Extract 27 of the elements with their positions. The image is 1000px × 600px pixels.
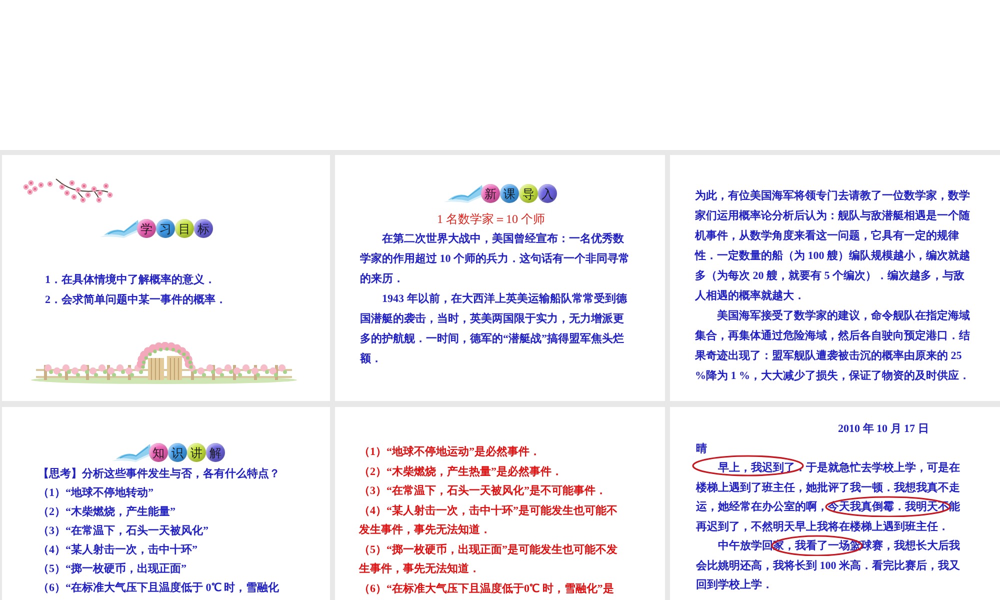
answer-item: （1）“地球不停地运动”是必然事件． xyxy=(359,444,542,460)
question-item: （2）“木柴燃烧，产生能量” xyxy=(38,504,176,520)
open-book-icon xyxy=(444,184,484,204)
question-item: （4）“某人射击一次，击中十环” xyxy=(38,542,198,558)
paragraph: 1943 年以前，在大西洋上英美运输船队常常受到德国潜艇的袭击，当时，英美两国限于实力，无力增派更多的护航舰．一时间，德军的“潜艇战”搞得盟军焦头烂额． xyxy=(360,291,628,367)
question-item: （1）“地球不停地转动” xyxy=(38,486,154,501)
question-prompt: 【思考】分析这些事件发生与否，各有什么特点？ xyxy=(38,466,280,482)
answer-item: （2）“木柴燃烧，产生热量”是必然事件． xyxy=(359,464,564,480)
question-item: （5）“掷一枚硬币，出现正面” xyxy=(38,562,186,577)
question-item: （6）“在标准大气压下且温度低于 0℃ 时，雪融化 xyxy=(38,580,279,596)
paragraph: 为此，有位美国海军将领专门去请教了一位数学家，数学家们运用概率论分析后认为：舰队与敌潜艇相遇是一个随机事件，从数学角度来看这一问题，它具有一定的规律性．一定数量的船（为 100 艘）编队规模越小，编次就越多（为每次 20 艘，就要有 5 个编次）．编次越多，与敌人相遇的概率就越大． xyxy=(695,188,971,304)
answer-item: （6）“在标准大气压下且温度低于0℃ 时，雪融化”是 xyxy=(359,582,615,596)
answer-item: （4）“某人射击一次，击中十环”是可能发生也可能不发生事件，事先无法知道． xyxy=(359,504,618,538)
weather-text: 晴 xyxy=(696,442,707,456)
question-item: （3）“在常温下，石头一天被风化” xyxy=(38,524,208,539)
answer-item: （5）“掷一枚硬币，出现正面”是可能发生也可能不发生事件，事先无法知道． xyxy=(359,542,618,577)
slide-heading: 1 名数学家＝10 个师 xyxy=(437,211,545,228)
open-book-icon xyxy=(100,219,140,239)
open-book-icon xyxy=(112,443,152,463)
paragraph: 美国海军接受了数学家的建议，命令舰队在指定海域集合，再集体通过危险海域，然后各自驶向预定港口．结果奇迹出现了：盟军舰队遭袭被击沉的概率由原来的 25 %降为 1 %，大大减少了损失，保证了物资的及时供应． xyxy=(695,308,971,384)
paragraph: 在第二次世界大战中，美国曾经宣布：一名优秀数学家的作用超过 10 个师的兵力．这句话有一个非同寻常的来历． xyxy=(360,231,630,287)
diary-date: 2010 年 10 月 17 日 xyxy=(838,422,929,437)
answer-item: （3）“在常温下，石头一天被风化”是不可能事件． xyxy=(359,484,608,499)
objective-item: 1．在具体情境中了解概率的意义． xyxy=(45,272,216,288)
objective-item: 2．会求简单问题中某一事件的概率． xyxy=(45,292,226,308)
ellipse-mark-icon xyxy=(692,455,804,476)
ellipse-mark-icon xyxy=(825,496,951,517)
